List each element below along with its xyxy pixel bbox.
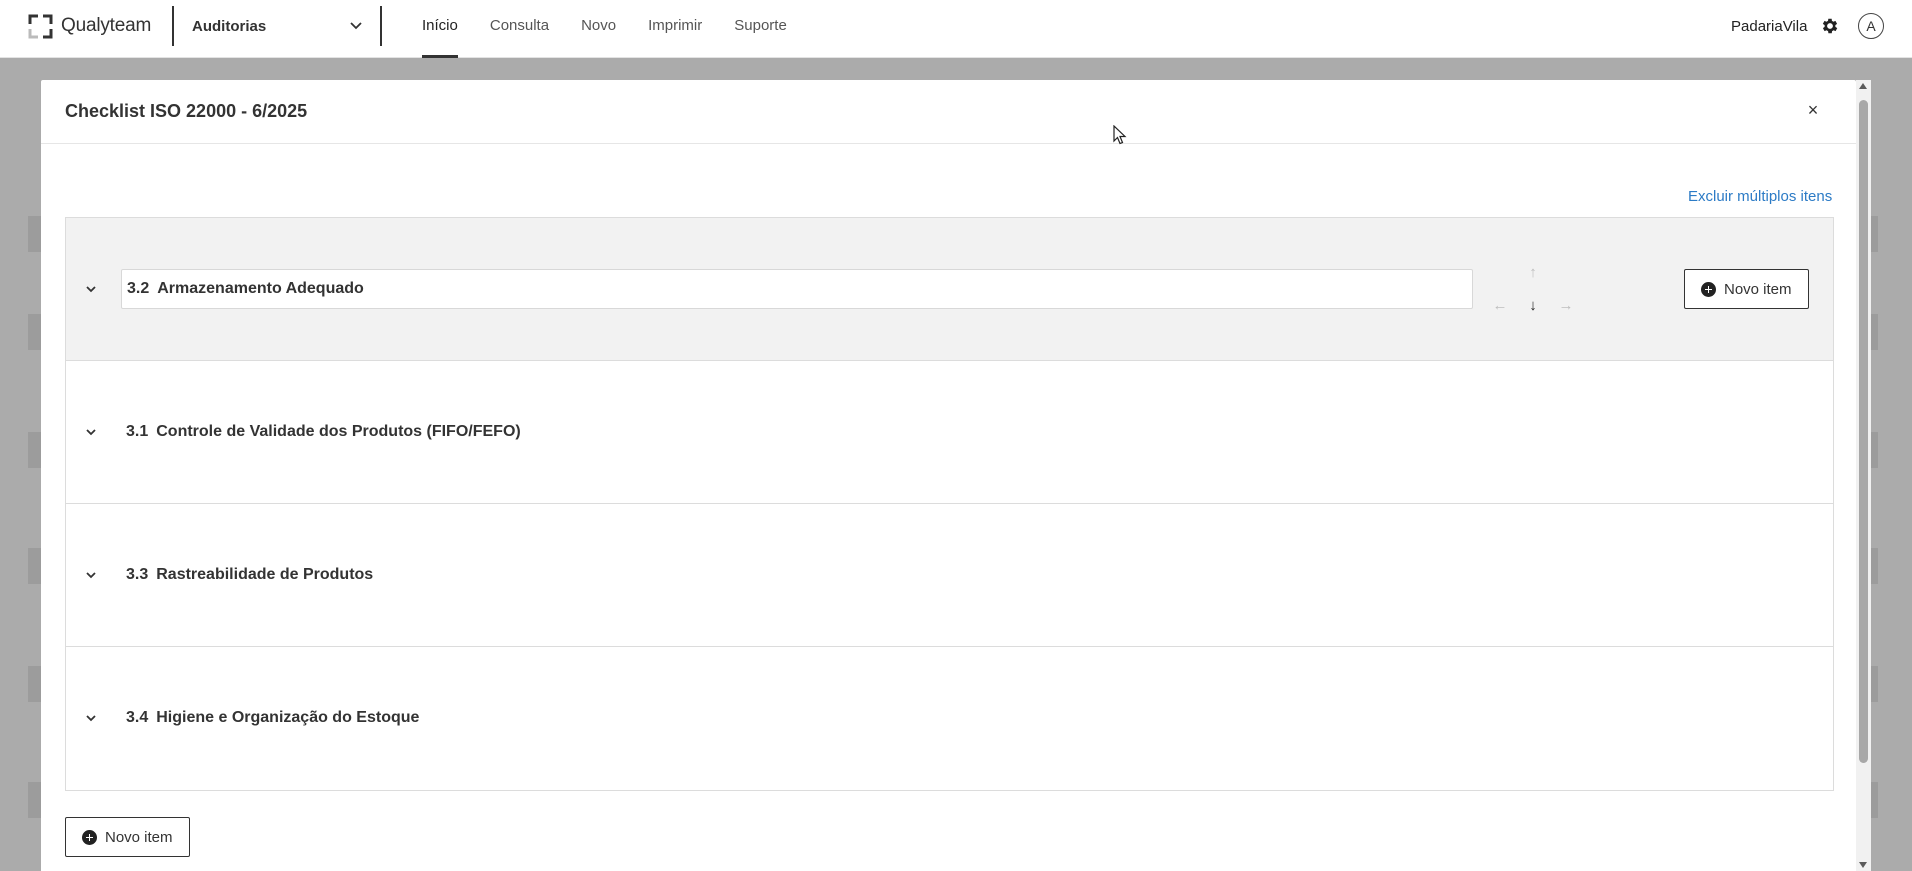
list-item[interactable]: 3.4 Higiene e Organização do Estoque bbox=[66, 647, 1833, 790]
plus-circle-icon bbox=[1701, 281, 1716, 297]
footer-new-item-button[interactable]: Novo item bbox=[65, 817, 190, 857]
new-item-button[interactable]: Novo item bbox=[1684, 269, 1809, 309]
chevron-down-icon bbox=[350, 22, 362, 30]
chevron-down-icon[interactable] bbox=[84, 568, 98, 582]
section-title: 3.4 Higiene e Organização do Estoque bbox=[126, 709, 419, 727]
nav-item-inicio[interactable]: Início bbox=[422, 0, 474, 58]
arrow-up-icon[interactable]: ↑ bbox=[1524, 264, 1542, 282]
logo-text: Qualyteam bbox=[61, 15, 152, 36]
nav-item-suporte[interactable]: Suporte bbox=[718, 0, 803, 58]
cursor-icon bbox=[1113, 125, 1127, 145]
scrollbar-thumb[interactable] bbox=[1859, 100, 1868, 763]
main-nav: Início Consulta Novo Imprimir Suporte bbox=[422, 0, 803, 58]
section-name: Higiene e Organização do Estoque bbox=[156, 709, 420, 726]
section-title: 3.1 Controle de Validade dos Produtos (FI… bbox=[126, 423, 521, 441]
modal-title: Checklist ISO 22000 - 6/2025 bbox=[65, 101, 308, 121]
arrow-left-icon[interactable]: ← bbox=[1491, 297, 1509, 315]
chevron-down-icon[interactable] bbox=[84, 425, 98, 439]
top-navbar: Qualyteam Auditorias Início Consulta Nov… bbox=[0, 0, 1912, 58]
section-title: 3.2 Armazenamento Adequado bbox=[127, 280, 364, 298]
list-item: 3.2 Armazenamento Adequado ↑ ← ↓ → Novo i… bbox=[66, 218, 1833, 361]
section-title-input[interactable]: 3.2 Armazenamento Adequado bbox=[121, 269, 1473, 309]
section-name: Rastreabilidade de Produtos bbox=[156, 566, 374, 583]
new-item-button-label: Novo item bbox=[1724, 280, 1792, 298]
section-title: 3.3 Rastreabilidade de Produtos bbox=[126, 566, 373, 584]
section-number: 3.3 bbox=[126, 566, 149, 583]
logo[interactable]: Qualyteam bbox=[28, 12, 151, 40]
modal-header: Checklist ISO 22000 - 6/2025 × bbox=[41, 80, 1856, 144]
arrow-down-icon[interactable]: ↓ bbox=[1524, 297, 1542, 315]
modal-scrollbar[interactable] bbox=[1856, 80, 1871, 871]
section-number: 3.2 bbox=[127, 280, 150, 297]
section-number: 3.4 bbox=[126, 709, 149, 726]
gear-icon[interactable] bbox=[1820, 16, 1840, 36]
avatar[interactable]: A bbox=[1858, 13, 1884, 39]
nav-item-imprimir[interactable]: Imprimir bbox=[632, 0, 718, 58]
company-name[interactable]: PadariaVila bbox=[1731, 18, 1807, 35]
plus-circle-icon bbox=[82, 829, 97, 845]
bulk-delete-link[interactable]: Excluir múltiplos itens bbox=[1688, 188, 1832, 205]
section-number: 3.1 bbox=[126, 423, 149, 440]
module-selector-label: Auditorias bbox=[192, 17, 267, 35]
nav-item-novo[interactable]: Novo bbox=[565, 0, 632, 58]
list-item[interactable]: 3.3 Rastreabilidade de Produtos bbox=[66, 504, 1833, 647]
arrow-right-icon[interactable]: → bbox=[1557, 297, 1575, 315]
footer-new-item-button-label: Novo item bbox=[105, 828, 173, 846]
divider bbox=[172, 6, 174, 46]
section-name: Controle de Validade dos Produtos (FIFO/… bbox=[156, 423, 521, 440]
logo-mark-icon bbox=[28, 14, 53, 38]
section-name: Armazenamento Adequado bbox=[157, 280, 364, 297]
close-icon[interactable]: × bbox=[1803, 100, 1823, 121]
divider bbox=[380, 6, 382, 46]
list-item[interactable]: 3.1 Controle de Validade dos Produtos (FI… bbox=[66, 361, 1833, 504]
chevron-down-icon[interactable] bbox=[84, 711, 98, 725]
scroll-up-icon[interactable] bbox=[1859, 83, 1867, 89]
scroll-down-icon[interactable] bbox=[1859, 862, 1867, 868]
section-list: 3.2 Armazenamento Adequado ↑ ← ↓ → Novo i… bbox=[65, 217, 1834, 791]
nav-item-consulta[interactable]: Consulta bbox=[474, 0, 565, 58]
module-selector[interactable]: Auditorias bbox=[192, 14, 362, 38]
chevron-down-icon[interactable] bbox=[84, 282, 98, 296]
checklist-modal: Checklist ISO 22000 - 6/2025 × Excluir m… bbox=[41, 80, 1856, 871]
